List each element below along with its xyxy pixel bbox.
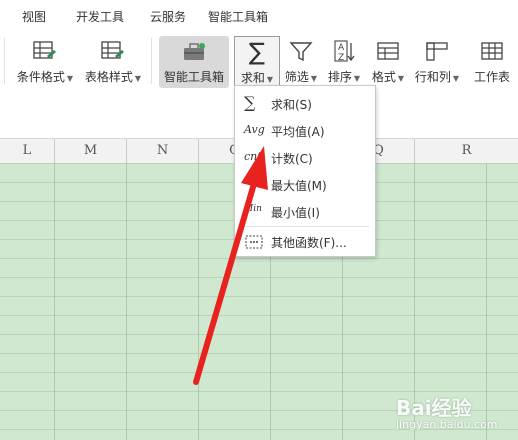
chevron-down-icon: ▼ — [353, 74, 361, 83]
menu-item-count[interactable]: cnt 计数(C) — [235, 144, 375, 171]
menu-item-average[interactable]: Avg 平均值(A) — [235, 117, 375, 144]
filter-label: 筛选 — [284, 70, 309, 84]
worksheet-label: 工作表 — [473, 70, 510, 84]
menu-item-label: 最小值(I) — [271, 206, 320, 220]
menu-bar: 视图 开发工具 云服务 智能工具箱 — [0, 0, 518, 30]
count-icon: cnt — [244, 150, 262, 163]
column-header-n[interactable]: N — [127, 139, 199, 163]
sum-label: 求和 — [240, 71, 265, 85]
watermark: Bai经验 jingyan.baidu.com — [396, 392, 514, 436]
rows-columns-label: 行和列 — [414, 70, 451, 84]
sort-icon: A Z — [334, 40, 355, 62]
conditional-format-button[interactable]: 条件格式 ▼ — [12, 36, 78, 88]
svg-text:A: A — [338, 43, 345, 53]
sort-label: 排序 — [327, 70, 352, 84]
menu-item-label: 计数(C) — [271, 152, 313, 166]
menu-item-label: 求和(S) — [271, 98, 312, 112]
table-style-label: 表格样式 — [84, 70, 133, 84]
menu-item-max[interactable]: Max 最大值(M) — [235, 171, 375, 198]
table-style-button[interactable]: 表格样式 ▼ — [80, 36, 146, 88]
watermark-site: jingyan.baidu.com — [396, 418, 498, 431]
ribbon-separator — [151, 38, 152, 84]
rows-columns-icon — [426, 42, 448, 61]
format-button[interactable]: 格式 ▼ — [368, 36, 408, 88]
filter-icon — [289, 42, 313, 62]
watermark-brand: Bai经验 — [396, 396, 472, 420]
menu-item-label: 平均值(A) — [271, 125, 325, 139]
table-style-icon — [101, 41, 124, 59]
menu-view[interactable]: 视图 — [22, 8, 46, 25]
max-icon: Max — [244, 177, 264, 187]
menu-smart-toolbox[interactable]: 智能工具箱 — [208, 8, 268, 25]
menu-item-sum[interactable]: ∑ 求和(S) — [235, 90, 375, 117]
column-header-m[interactable]: M — [55, 139, 127, 163]
rows-columns-button[interactable]: 行和列 ▼ — [412, 36, 462, 88]
worksheet-button[interactable]: 工作表 — [466, 36, 518, 88]
min-icon: Min — [244, 204, 262, 214]
format-label: 格式 — [371, 70, 396, 84]
smart-toolbox-label: 智能工具箱 — [163, 70, 224, 84]
menu-separator — [241, 226, 369, 227]
average-icon: Avg — [244, 123, 265, 136]
menu-item-min[interactable]: Min 最小值(I) — [235, 198, 375, 225]
column-header-r[interactable]: R — [415, 139, 518, 163]
toolbox-icon — [184, 43, 205, 60]
ribbon-separator — [4, 38, 5, 84]
chevron-down-icon: ▼ — [452, 74, 460, 83]
sigma-icon: ∑ — [248, 38, 266, 66]
format-icon — [377, 42, 399, 60]
worksheet-icon — [481, 42, 503, 60]
column-header-l[interactable]: L — [0, 139, 55, 163]
menu-item-label: 最大值(M) — [271, 179, 327, 193]
conditional-format-icon — [33, 41, 56, 59]
chevron-down-icon: ▼ — [266, 75, 274, 84]
sum-dropdown-menu: ∑ 求和(S) Avg 平均值(A) cnt 计数(C) Max 最大值(M) … — [234, 85, 376, 257]
sort-button[interactable]: A Z 排序 ▼ — [324, 36, 364, 88]
chevron-down-icon: ▼ — [310, 74, 318, 83]
other-functions-icon — [245, 235, 263, 249]
chevron-down-icon: ▼ — [66, 74, 74, 83]
menu-item-other-functions[interactable]: 其他函数(F)... — [235, 228, 375, 255]
menu-developer-tools[interactable]: 开发工具 — [76, 8, 124, 25]
smart-toolbox-button[interactable]: 智能工具箱 — [159, 36, 229, 88]
filter-button[interactable]: 筛选 ▼ — [282, 36, 320, 88]
chevron-down-icon: ▼ — [397, 74, 405, 83]
sum-button[interactable]: ∑ 求和 ▼ — [234, 36, 280, 90]
sum-icon: ∑ — [244, 93, 256, 112]
conditional-format-label: 条件格式 — [16, 70, 65, 84]
menu-cloud-service[interactable]: 云服务 — [150, 8, 186, 25]
chevron-down-icon: ▼ — [134, 74, 142, 83]
menu-item-label: 其他函数(F)... — [271, 236, 347, 250]
